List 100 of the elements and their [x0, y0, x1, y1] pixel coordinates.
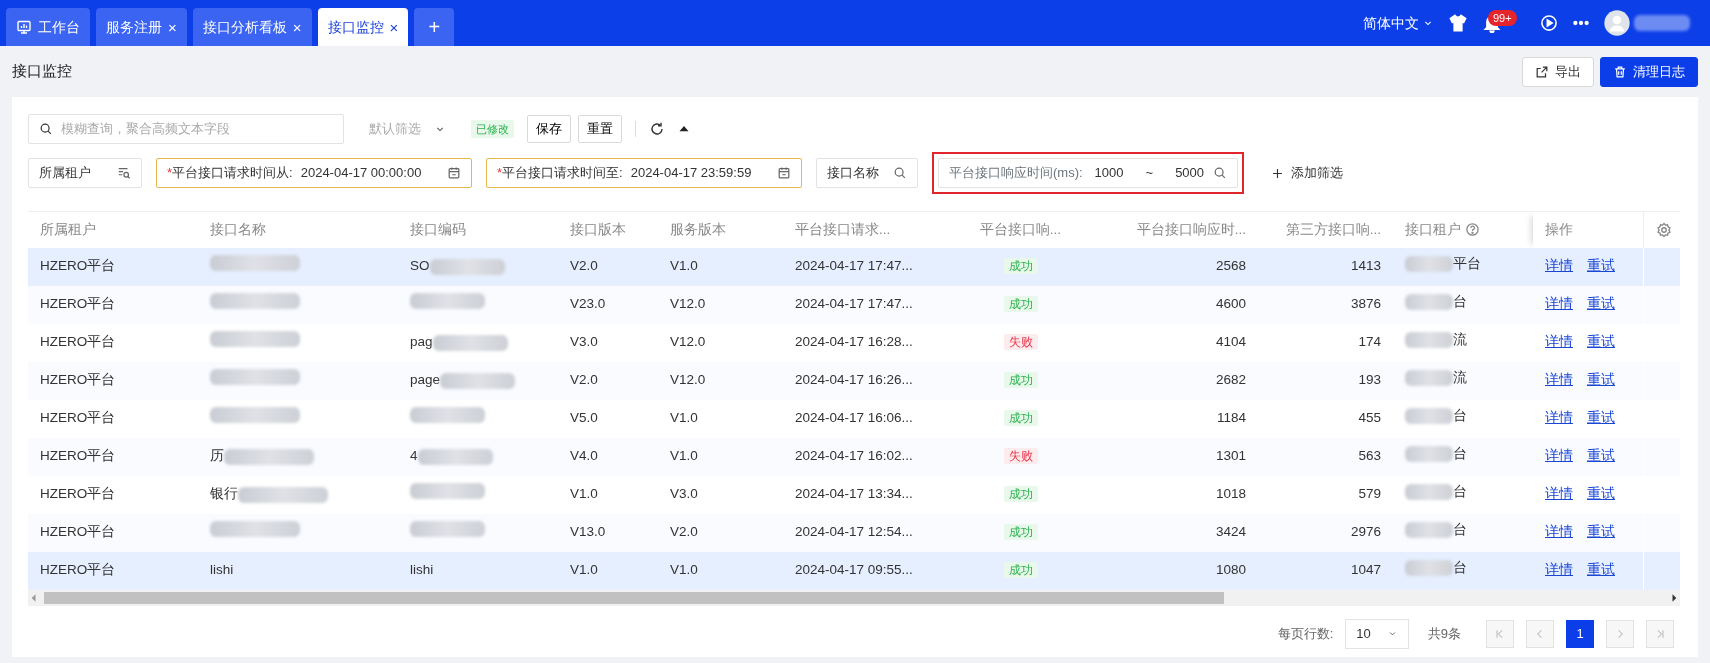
- table-cell: 2024-04-17 09:55...: [795, 562, 913, 578]
- detail-link[interactable]: 详情: [1545, 448, 1573, 464]
- detail-link[interactable]: 详情: [1545, 410, 1573, 426]
- table-cell: 2024-04-17 16:28...: [795, 334, 913, 350]
- export-icon: [1534, 64, 1549, 79]
- refresh-icon[interactable]: [648, 121, 665, 137]
- page-button[interactable]: 1: [1566, 619, 1594, 648]
- retry-link[interactable]: 重试: [1587, 486, 1615, 502]
- shirt-icon[interactable]: [1448, 13, 1468, 33]
- language-selector[interactable]: 简体中文: [1362, 12, 1434, 34]
- table-cell: 2568: [1215, 258, 1246, 274]
- column-header: 接口版本: [570, 221, 626, 237]
- table-cell: V3.0: [570, 334, 598, 350]
- table-cell: V23.0: [570, 296, 606, 312]
- table-cell: V1.0: [670, 562, 698, 578]
- add-tab-button[interactable]: +: [414, 8, 455, 46]
- table-cell-text: 台: [1453, 483, 1467, 502]
- table-cell: HZERO平台: [40, 562, 116, 578]
- table-cell: V3.0: [670, 486, 698, 502]
- table-cell: 2024-04-17 17:47...: [795, 296, 913, 312]
- table-cell: V5.0: [570, 410, 598, 426]
- table-cell: V13.0: [570, 524, 606, 540]
- trash-icon: [1613, 64, 1627, 79]
- settings-icon[interactable]: [1655, 222, 1672, 239]
- retry-link[interactable]: 重试: [1587, 372, 1615, 388]
- total-count: 共9条: [1427, 624, 1461, 643]
- page-title: 接口监控: [12, 61, 72, 82]
- retry-link[interactable]: 重试: [1587, 334, 1615, 350]
- table-cell: 4104: [1215, 334, 1246, 350]
- table-cell-text: 流: [1453, 331, 1467, 350]
- date-field-label: *平台接口请求时间至:: [497, 164, 623, 183]
- table-cell: V1.0: [670, 258, 698, 274]
- table-cell: 1413: [1350, 258, 1381, 274]
- column-header: 接口编码: [410, 221, 466, 237]
- table-cell: 2024-04-17 16:02...: [795, 448, 913, 464]
- reset-button[interactable]: 重置: [577, 115, 622, 143]
- detail-link[interactable]: 详情: [1545, 296, 1573, 312]
- detail-link[interactable]: 详情: [1545, 258, 1573, 274]
- add-filter-button[interactable]: 添加筛选: [1271, 163, 1343, 183]
- save-button[interactable]: 保存: [527, 115, 571, 143]
- table-cell-text: 流: [1453, 369, 1467, 388]
- column-header: 接口名称: [210, 221, 266, 237]
- monitor-icon: [16, 19, 32, 35]
- notification-badge: 99+: [1488, 10, 1517, 26]
- avatar-icon[interactable]: [1604, 10, 1630, 36]
- status-tag: 成功: [1003, 258, 1038, 275]
- table-cell: V12.0: [670, 334, 706, 350]
- retry-link[interactable]: 重试: [1587, 448, 1615, 464]
- play-icon[interactable]: [1540, 14, 1558, 32]
- table-cell: 2682: [1215, 372, 1246, 388]
- table-cell: V1.0: [570, 486, 598, 502]
- retry-link[interactable]: 重试: [1587, 524, 1615, 540]
- table-cell: HZERO平台: [40, 410, 116, 426]
- table-cell-text: 平台: [1453, 255, 1481, 274]
- table-cell-text: pag: [410, 333, 433, 352]
- tenant-lookup-field[interactable]: 所属租户: [28, 158, 142, 188]
- table-cell: V2.0: [570, 258, 598, 274]
- table-cell: V1.0: [570, 562, 598, 578]
- page-size-select[interactable]: 10: [1345, 618, 1410, 649]
- tab[interactable]: 接口监控 ×: [317, 8, 409, 46]
- table-cell: V4.0: [570, 448, 598, 464]
- retry-link[interactable]: 重试: [1587, 296, 1615, 312]
- table-cell: HZERO平台: [40, 258, 116, 274]
- table-cell: 455: [1358, 410, 1381, 426]
- range-field[interactable]: 平台接口响应时间(ms): 1000 ~ 5000: [938, 158, 1238, 188]
- clear-log-button[interactable]: 清理日志: [1600, 56, 1698, 87]
- tab[interactable]: 服务注册 ×: [96, 8, 187, 46]
- export-button[interactable]: 导出: [1521, 56, 1594, 87]
- table-cell: 1301: [1215, 448, 1246, 464]
- date-field[interactable]: *平台接口请求时间从: 2024-04-17 00:00:00: [156, 158, 472, 188]
- table-cell: V12.0: [670, 296, 706, 312]
- date-field[interactable]: *平台接口请求时间至: 2024-04-17 23:59:59: [486, 158, 802, 188]
- tab[interactable]: 接口分析看板 ×: [192, 8, 312, 46]
- table-cell: V2.0: [670, 524, 698, 540]
- column-header: 操作: [1545, 221, 1573, 237]
- table-cell: HZERO平台: [40, 334, 116, 350]
- modified-tag: 已修改: [471, 119, 514, 139]
- retry-link[interactable]: 重试: [1587, 410, 1615, 426]
- table-cell: 2024-04-17 12:54...: [795, 524, 913, 540]
- detail-link[interactable]: 详情: [1545, 334, 1573, 350]
- table-cell: V2.0: [570, 372, 598, 388]
- table-cell: 174: [1358, 334, 1381, 350]
- table-cell: 1080: [1215, 562, 1246, 578]
- table-cell: 1018: [1215, 486, 1246, 502]
- detail-link[interactable]: 详情: [1545, 562, 1573, 578]
- table-cell-text: 4: [410, 447, 418, 466]
- table-cell: 3876: [1350, 296, 1381, 312]
- detail-link[interactable]: 详情: [1545, 524, 1573, 540]
- detail-link[interactable]: 详情: [1545, 486, 1573, 502]
- detail-link[interactable]: 详情: [1545, 372, 1573, 388]
- status-tag: 成功: [1003, 372, 1038, 389]
- status-tag: 成功: [1003, 562, 1038, 579]
- retry-link[interactable]: 重试: [1587, 562, 1615, 578]
- table-cell-text: 历: [210, 447, 224, 466]
- search-field[interactable]: 接口名称: [816, 158, 918, 188]
- table-cell: V1.0: [670, 448, 698, 464]
- column-header: 所属租户: [40, 221, 96, 237]
- tab[interactable]: 工作台: [6, 8, 90, 46]
- retry-link[interactable]: 重试: [1587, 258, 1615, 274]
- table-cell: 563: [1358, 448, 1381, 464]
